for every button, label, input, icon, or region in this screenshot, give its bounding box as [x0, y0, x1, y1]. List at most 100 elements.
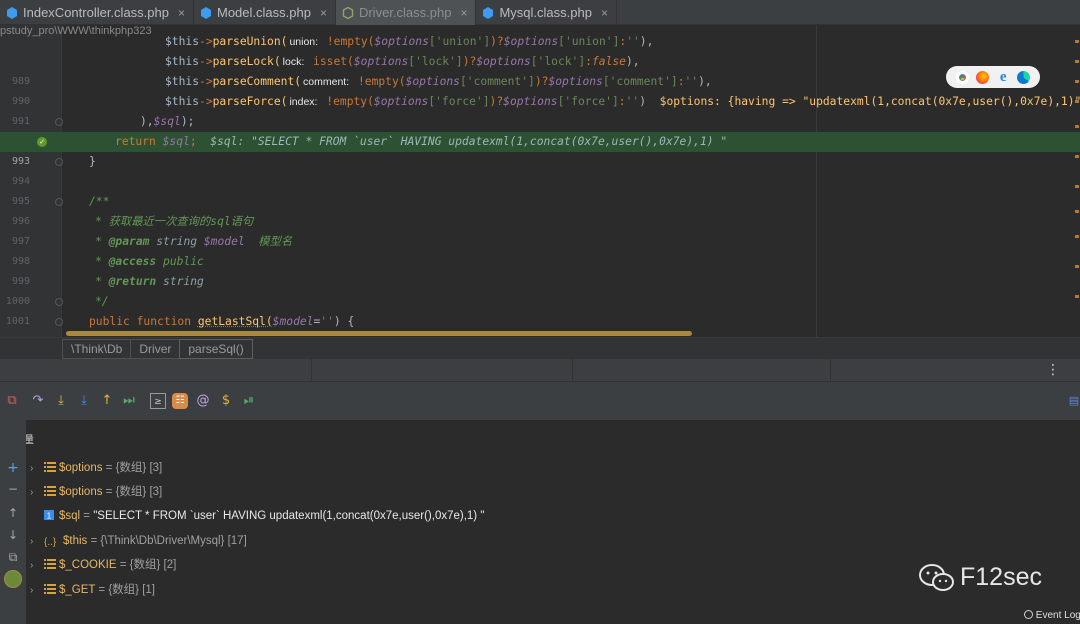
code-line[interactable]: 991 $this->parseForce(index: !empty($opt… — [0, 92, 1080, 127]
close-icon[interactable]: × — [460, 6, 467, 20]
tab-label: Driver.class.php — [358, 5, 452, 20]
firefox-icon[interactable] — [976, 70, 990, 84]
variable-row[interactable]: › $_GET = {数组} [1] — [30, 580, 155, 600]
variable-row[interactable]: › $_COOKIE = {数组} [2] — [30, 555, 176, 575]
restore-layout-icon[interactable]: ⧉ — [4, 393, 20, 409]
variable-row[interactable]: 1 $sql = "SELECT * FROM `user` HAVING upd… — [30, 506, 484, 526]
step-out-icon[interactable]: ↑ — [99, 393, 115, 409]
php-class-icon — [200, 6, 212, 19]
more-options-icon[interactable]: ⋮ — [1046, 362, 1060, 378]
code-line[interactable]: 992 ),$sql); — [0, 112, 1080, 147]
array-icon — [44, 581, 56, 594]
breakpoint-check-icon[interactable]: ✓ — [37, 137, 47, 147]
breadcrumb-class[interactable]: Driver — [130, 338, 181, 359]
remove-watch-icon[interactable]: − — [6, 482, 20, 496]
browser-preview-toolbar: e — [946, 66, 1040, 88]
move-up-icon[interactable]: ↑ — [6, 506, 20, 520]
tab-model[interactable]: Model.class.php × — [194, 0, 336, 25]
svg-text:1: 1 — [47, 512, 52, 521]
code-line[interactable]: 996 /** — [0, 192, 1080, 227]
tab-indexcontroller[interactable]: IndexController.class.php × — [0, 0, 194, 25]
variable-row[interactable]: › $options = {数组} [3] — [30, 482, 162, 502]
inline-debug-value: $options: {having => "updatexml(1,concat… — [659, 95, 1080, 108]
parameter-hint: lock: — [282, 56, 305, 68]
variable-row[interactable]: › {..} $this = {\Think\Db\Driver\Mysql} [1… — [30, 531, 247, 551]
tab-driver[interactable]: Driver.class.php × — [335, 0, 477, 25]
editor-tab-bar: IndexController.class.php × Model.class.… — [0, 0, 1080, 25]
run-to-cursor-icon[interactable]: ⏭ — [121, 393, 137, 409]
force-step-into-icon[interactable]: ⤓ — [76, 393, 92, 409]
code-line[interactable]: 1001 */ — [0, 292, 1080, 327]
chrome-icon[interactable] — [955, 70, 969, 84]
move-down-icon[interactable]: ↓ — [6, 528, 20, 542]
horizontal-scrollbar[interactable] — [66, 331, 692, 336]
expand-arrow-icon[interactable]: › — [30, 581, 40, 601]
parameter-hint: comment: — [303, 76, 350, 88]
current-execution-line[interactable]: 993 ✓ return $sql; $sql: "SELECT * FROM … — [0, 132, 1080, 167]
watermark-text: F12sec — [960, 563, 1042, 591]
array-icon — [44, 459, 56, 472]
inline-debug-value: $sql: "SELECT * FROM `user` HAVING updat… — [210, 135, 728, 148]
tab-label: IndexController.class.php — [23, 5, 169, 20]
code-line[interactable]: 995 — [0, 172, 1080, 207]
object-icon: {..} — [44, 537, 57, 548]
debug-toolbar: ⧉ ↷ ⤓ ⤓ ↑ ⏭ ≥ ☷ @ $ ⏯ ▤ — [0, 382, 1080, 420]
edge-icon[interactable] — [1017, 70, 1031, 84]
breadcrumb-namespace[interactable]: \Think\Db — [62, 338, 132, 359]
resume-icon[interactable]: ⏯ — [241, 393, 257, 409]
layout-icon[interactable]: ▤ — [1066, 393, 1080, 409]
fold-marker-icon[interactable] — [55, 158, 63, 166]
php-class-icon — [6, 6, 18, 19]
add-watch-icon[interactable]: + — [6, 460, 20, 476]
divider — [572, 359, 573, 382]
code-line[interactable]: 998 * @param string $model 模型名 — [0, 232, 1080, 267]
code-line[interactable]: 994 } — [0, 152, 1080, 187]
array-icon — [44, 556, 56, 569]
tab-label: Mysql.class.php — [499, 5, 592, 20]
string-icon: 1 — [44, 507, 56, 521]
watermark: F12sec — [918, 561, 1048, 595]
code-line[interactable]: 997 * 获取最近一次查询的sql语句 — [0, 212, 1080, 247]
fold-marker-icon[interactable] — [55, 318, 63, 326]
expand-arrow-icon[interactable]: › — [30, 483, 40, 503]
variables-dollar-icon[interactable]: $ — [218, 393, 234, 409]
inline-values-icon[interactable] — [4, 570, 22, 588]
code-editor[interactable]: pstudy_pro\WWW\thinkphp323 $this->parseU… — [0, 25, 1080, 337]
tab-mysql[interactable]: Mysql.class.php × — [476, 0, 617, 25]
fold-marker-icon[interactable] — [55, 118, 63, 126]
close-icon[interactable]: × — [320, 6, 327, 20]
breadcrumb-method[interactable]: parseSql() — [179, 338, 253, 359]
event-log-button[interactable]: Event Log — [1024, 610, 1080, 621]
tab-label: Model.class.php — [217, 5, 311, 20]
expand-arrow-icon[interactable]: › — [30, 556, 40, 576]
close-icon[interactable]: × — [178, 6, 185, 20]
php-class-icon — [482, 6, 494, 19]
code-line[interactable]: 1000 * @return string — [0, 272, 1080, 307]
fold-marker-icon[interactable] — [55, 198, 63, 206]
wechat-icon — [919, 564, 954, 591]
parameter-hint: union: — [289, 36, 319, 48]
evaluate-expression-icon[interactable]: ≥ — [150, 393, 166, 409]
step-over-icon[interactable]: ↷ — [30, 393, 46, 409]
code-line[interactable]: 1002 public function getLastSql($model='… — [0, 312, 1080, 337]
close-icon[interactable]: × — [601, 6, 608, 20]
debug-tool-window-header: ⋮ — [0, 359, 1080, 382]
show-frames-icon[interactable]: ☷ — [172, 393, 188, 409]
divider — [311, 359, 312, 382]
code-line[interactable]: 999 * @access public — [0, 252, 1080, 287]
breadcrumb: \Think\Db Driver parseSql() — [0, 337, 1080, 359]
expand-arrow-icon[interactable]: › — [30, 459, 40, 479]
step-into-icon[interactable]: ⤓ — [53, 393, 69, 409]
vertical-scrollbar[interactable] — [1075, 35, 1079, 325]
code-line[interactable]: 990 $this->parseComment(comment: !empty(… — [0, 72, 1080, 107]
code-line[interactable]: 989 $this->parseLock(lock: isset($option… — [0, 52, 1080, 87]
watch-icon[interactable]: @ — [195, 393, 211, 409]
expand-arrow-icon[interactable]: › — [30, 532, 40, 552]
fold-marker-icon[interactable] — [55, 298, 63, 306]
variable-row[interactable]: › $options = {数组} [3] — [30, 458, 162, 478]
code-line[interactable]: $this->parseUnion(union: !empty($options… — [0, 32, 1080, 52]
copy-icon[interactable]: ⧉ — [6, 550, 20, 565]
event-log-icon — [1024, 610, 1033, 619]
parameter-hint: index: — [289, 96, 318, 108]
ie-icon[interactable]: e — [997, 69, 1010, 84]
